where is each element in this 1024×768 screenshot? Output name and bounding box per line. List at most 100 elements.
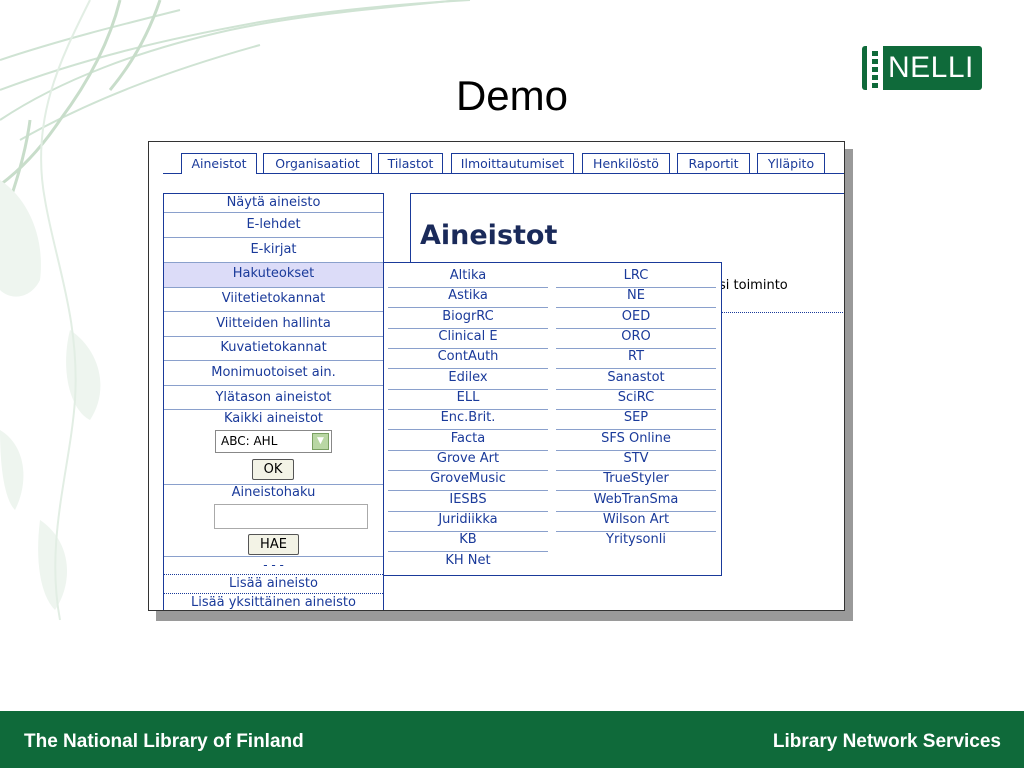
submenu-divider [556, 307, 716, 308]
sidebar-separator: - - - [263, 558, 284, 572]
submenu-item[interactable]: WebTranSma [556, 492, 716, 507]
sidebar-divider [164, 287, 383, 288]
logo-mark-icon [867, 46, 883, 90]
submenu-divider [556, 409, 716, 410]
submenu-item[interactable]: LRC [556, 268, 716, 283]
submenu-item[interactable]: ContAuth [388, 349, 548, 364]
submenu-item[interactable]: Wilson Art [556, 512, 716, 527]
content-heading: Aineistot [420, 220, 558, 251]
tab-raportit[interactable]: Raportit [677, 153, 750, 173]
submenu-item[interactable]: Yritysonli [556, 532, 716, 547]
submenu-item[interactable]: Grove Art [388, 451, 548, 466]
submenu-divider [556, 531, 716, 532]
search-input[interactable] [214, 504, 368, 529]
footer-organization: The National Library of Finland [24, 731, 304, 752]
sidebar-item-hakuteokset[interactable]: Hakuteokset [164, 266, 383, 281]
resource-select-value: ABC: AHL [221, 434, 278, 448]
submenu-item[interactable]: Astika [388, 288, 548, 303]
submenu-divider [388, 429, 548, 430]
sidebar-item-viitteiden-hallinta[interactable]: Viitteiden hallinta [164, 316, 383, 331]
submenu-item[interactable]: Clinical E [388, 329, 548, 344]
submenu-item[interactable]: OED [556, 309, 716, 324]
sidebar-all-label: Kaikki aineistot [223, 411, 324, 426]
submenu-divider [556, 287, 716, 288]
tab-tilastot[interactable]: Tilastot [378, 153, 443, 173]
submenu-divider [556, 328, 716, 329]
submenu-divider [388, 348, 548, 349]
resource-select[interactable]: ABC: AHL ▼ [215, 430, 332, 453]
tabs-baseline [163, 173, 844, 174]
embedded-screenshot: Aineistot Organisaatiot Tilastot Ilmoitt… [148, 141, 845, 611]
submenu-item[interactable]: RT [556, 349, 716, 364]
submenu-item[interactable]: KH Net [388, 553, 548, 568]
submenu-item[interactable]: BiogrRC [388, 309, 548, 324]
submenu-divider [388, 368, 548, 369]
sidebar-divider [164, 237, 383, 238]
submenu-item[interactable]: ORO [556, 329, 716, 344]
add-single-resource-link[interactable]: Lisää yksittäinen aineisto [164, 595, 383, 610]
sidebar-item-kuvatietokannat[interactable]: Kuvatietokannat [164, 340, 383, 355]
submenu-item[interactable]: GroveMusic [388, 471, 548, 486]
sidebar-divider [164, 574, 383, 575]
submenu-item[interactable]: Altika [388, 268, 548, 283]
submenu-divider [388, 409, 548, 410]
sidebar-divider [164, 593, 383, 594]
footer-service: Library Network Services [772, 731, 1001, 752]
submenu-item[interactable]: Edilex [388, 370, 548, 385]
submenu-divider [556, 348, 716, 349]
submenu-divider [388, 551, 548, 552]
submenu-item[interactable]: SciRC [556, 390, 716, 405]
footer-bar: The National Library of Finland Library … [0, 711, 1024, 768]
sidebar-divider [164, 360, 383, 361]
tab-henkilosto[interactable]: Henkilöstö [582, 153, 670, 173]
chevron-down-icon[interactable]: ▼ [312, 433, 329, 450]
tab-organisaatiot[interactable]: Organisaatiot [263, 153, 372, 173]
submenu-divider [388, 511, 548, 512]
tab-yllapito[interactable]: Ylläpito [757, 153, 825, 173]
submenu-item[interactable]: KB [388, 532, 548, 547]
submenu-item[interactable]: Facta [388, 431, 548, 446]
sidebar-divider [164, 385, 383, 386]
submenu-divider [556, 470, 716, 471]
search-label: Aineistohaku [231, 485, 316, 500]
sidebar-item-monimuotoiset[interactable]: Monimuotoiset ain. [164, 365, 383, 380]
nelli-logo: NELLI [862, 46, 982, 90]
sidebar-item-ylatason[interactable]: Ylätason aineistot [164, 390, 383, 405]
submenu-item[interactable]: Sanastot [556, 370, 716, 385]
ok-button[interactable]: OK [252, 459, 294, 480]
submenu-divider [556, 389, 716, 390]
submenu-item[interactable]: SEP [556, 410, 716, 425]
sidebar-divider [164, 336, 383, 337]
submenu-divider [556, 511, 716, 512]
submenu-divider [388, 470, 548, 471]
sidebar: Näytä aineisto E-lehdet E-kirjat Hakuteo… [163, 193, 384, 610]
logo-text: NELLI [888, 51, 974, 84]
submenu-item[interactable]: Juridiikka [388, 512, 548, 527]
submenu-item[interactable]: TrueStyler [556, 471, 716, 486]
submenu-item[interactable]: ELL [388, 390, 548, 405]
add-resource-link[interactable]: Lisää aineisto [164, 576, 383, 591]
sidebar-item-viitetietokannat[interactable]: Viitetietokannat [164, 291, 383, 306]
content-partial-text: si toiminto [719, 278, 788, 293]
submenu-divider [388, 287, 548, 288]
submenu-item[interactable]: STV [556, 451, 716, 466]
submenu-divider [556, 368, 716, 369]
submenu-divider [388, 389, 548, 390]
submenu-divider [556, 490, 716, 491]
tab-aineistot[interactable]: Aineistot [181, 153, 257, 174]
tab-ilmoittautumiset[interactable]: Ilmoittautumiset [451, 153, 574, 173]
submenu-divider [556, 429, 716, 430]
sidebar-divider [164, 311, 383, 312]
submenu-divider [556, 450, 716, 451]
search-button[interactable]: HAE [248, 534, 299, 555]
submenu-item[interactable]: NE [556, 288, 716, 303]
hakuteokset-submenu: Altika Astika BiogrRC Clinical E ContAut… [383, 262, 722, 576]
sidebar-divider [164, 212, 383, 213]
submenu-item[interactable]: Enc.Brit. [388, 410, 548, 425]
submenu-item[interactable]: IESBS [388, 492, 548, 507]
submenu-divider [388, 328, 548, 329]
submenu-item[interactable]: SFS Online [556, 431, 716, 446]
sidebar-header: Näytä aineisto [226, 195, 321, 210]
sidebar-item-e-kirjat[interactable]: E-kirjat [164, 242, 383, 257]
sidebar-item-e-lehdet[interactable]: E-lehdet [164, 217, 383, 232]
